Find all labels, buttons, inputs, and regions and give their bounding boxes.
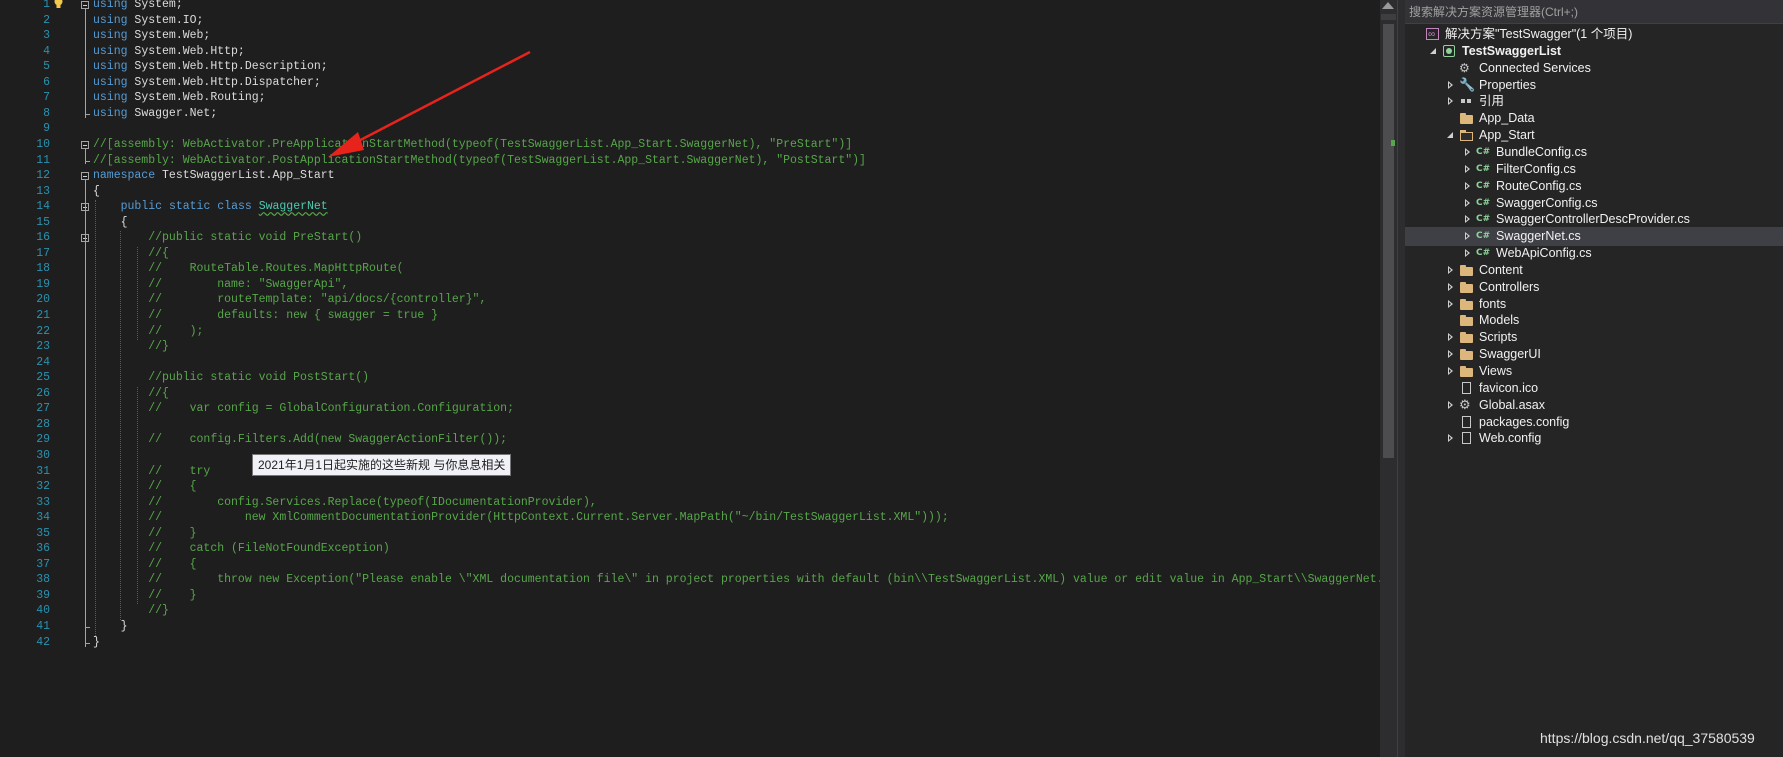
- code-token: //public static void PostStart(): [93, 371, 370, 385]
- split-handle[interactable]: [1381, 14, 1396, 20]
- code-token: // routeTemplate: "api/docs/{controller}…: [93, 293, 487, 307]
- code-token: // var config = GlobalConfiguration.Conf…: [93, 402, 514, 416]
- code-line[interactable]: // new XmlCommentDocumentationProvider(H…: [93, 509, 949, 527]
- folder-icon: [1459, 297, 1475, 312]
- code-token: // config.Services.Replace(typeof(IDocum…: [93, 495, 597, 509]
- folder-icon: [1459, 364, 1475, 379]
- code-token: // throw new Exception("Please enable \"…: [93, 573, 1380, 587]
- code-token: public: [120, 200, 163, 214]
- code-token: // {: [93, 480, 197, 494]
- code-token: // RouteTable.Routes.MapHttpRoute(: [93, 262, 404, 276]
- indent-guide: [137, 246, 138, 341]
- code-token: class: [217, 200, 252, 214]
- code-token: // }: [93, 588, 197, 602]
- tree-item-label: Web.config: [1479, 431, 1542, 446]
- code-token: //}: [93, 604, 169, 618]
- csharp-file-icon: C#: [1476, 231, 1491, 242]
- code-token: // config.Filters.Add(new SwaggerActionF…: [93, 433, 508, 447]
- code-line[interactable]: //}: [93, 338, 169, 356]
- code-line[interactable]: // throw new Exception("Please enable \"…: [93, 571, 1380, 589]
- code-token: //{: [93, 246, 169, 260]
- connected-services-icon: ⚙: [1459, 60, 1470, 75]
- code-token: // defaults: new { swagger = true }: [93, 309, 439, 322]
- code-token: //{: [93, 386, 169, 400]
- wrench-icon: 🔧: [1459, 77, 1476, 93]
- tree-item[interactable]: Web.config: [1405, 429, 1783, 448]
- csharp-file-icon: C#: [1476, 248, 1491, 259]
- code-token: static: [168, 200, 211, 214]
- code-token: {: [93, 215, 128, 229]
- code-editor[interactable]: 1 2 3 4 5 6 7 8 9 10 11 12 13 14 15 16 17 18 19 20 21 22 23 24 2…: [0, 0, 1380, 757]
- watermark-url: https://blog.csdn.net/qq_37580539: [1540, 730, 1755, 746]
- code-line[interactable]: }: [93, 634, 100, 652]
- tooltip-popup: 2021年1月1日起实施的这些新规 与你息息相关: [252, 454, 512, 476]
- code-token: // );: [93, 324, 204, 338]
- references-icon: [1459, 94, 1475, 109]
- image-file-icon: [1459, 381, 1475, 396]
- collapsed-arrow-icon[interactable]: [1445, 429, 1457, 448]
- solution-explorer: 解决方案"TestSwagger"(1 个项目)TestSwaggerList⚙…: [1405, 0, 1783, 757]
- indent-guide: [137, 386, 138, 605]
- panel-splitter[interactable]: [1397, 0, 1405, 757]
- code-line[interactable]: public static class SwaggerNet: [93, 198, 328, 216]
- code-token: // {: [93, 557, 197, 571]
- code-token: // try: [93, 464, 211, 478]
- scrollbar-thumb[interactable]: [1383, 24, 1394, 458]
- folder-open-icon: [1459, 128, 1475, 143]
- csharp-file-icon: C#: [1476, 214, 1491, 225]
- folder-icon: [1459, 280, 1475, 295]
- solution-explorer-search-input[interactable]: [1409, 4, 1769, 20]
- code-token: }: [93, 635, 100, 649]
- code-token: // new XmlCommentDocumentationProvider(H…: [93, 511, 949, 525]
- config-file-icon: [1459, 431, 1475, 446]
- code-token: // }: [93, 526, 197, 540]
- folder-icon: [1459, 313, 1475, 328]
- folder-icon: [1459, 263, 1475, 278]
- code-token: //}: [93, 340, 169, 354]
- editor-vertical-scrollbar[interactable]: [1380, 0, 1397, 757]
- scroll-up-arrow-icon[interactable]: [1382, 2, 1394, 9]
- folder-icon: [1459, 111, 1475, 126]
- code-token: //public static void PreStart(): [93, 231, 363, 245]
- csharp-file-icon: C#: [1476, 146, 1491, 157]
- change-marker: [1391, 140, 1395, 146]
- project-icon: [1442, 44, 1458, 59]
- csharp-file-icon: C#: [1476, 163, 1491, 174]
- code-line[interactable]: // config.Filters.Add(new SwaggerActionF…: [93, 431, 507, 449]
- gear-file-icon: ⚙: [1459, 397, 1471, 413]
- code-token: SwaggerNet: [258, 200, 328, 214]
- folder-icon: [1459, 330, 1475, 345]
- code-token: }: [93, 620, 128, 633]
- folder-icon: [1459, 347, 1475, 362]
- red-arrow-annotation: [328, 50, 531, 157]
- indent-guide: [120, 231, 121, 620]
- code-token: // name: "SwaggerApi",: [93, 277, 349, 291]
- code-line[interactable]: // var config = GlobalConfiguration.Conf…: [93, 400, 514, 418]
- csharp-file-icon: C#: [1476, 197, 1491, 208]
- config-file-icon: [1459, 415, 1475, 430]
- indent-guide: [95, 200, 96, 636]
- solution-explorer-search-box[interactable]: [1405, 0, 1783, 24]
- solution-icon: [1425, 25, 1441, 44]
- csharp-file-icon: C#: [1476, 180, 1491, 191]
